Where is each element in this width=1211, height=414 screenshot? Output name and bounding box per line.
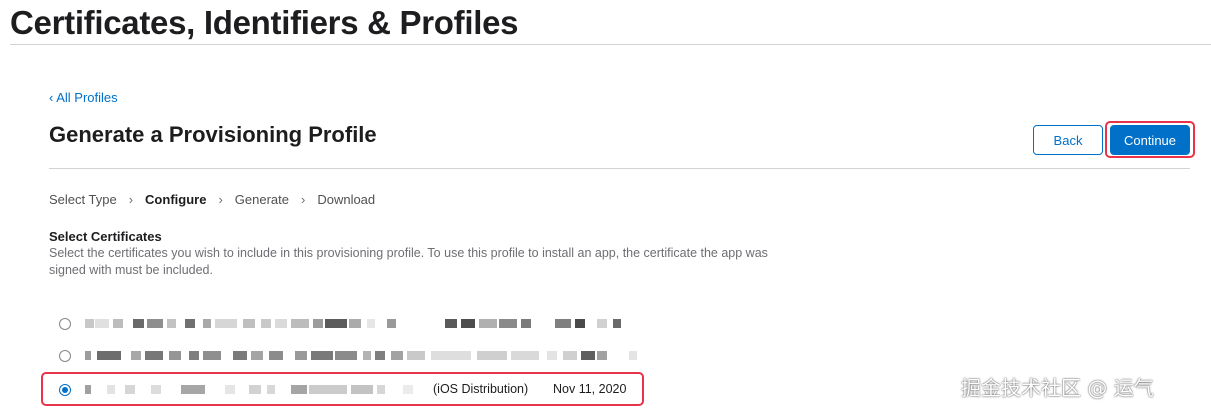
certificate-radio-3[interactable] bbox=[59, 384, 71, 396]
obscured-certificate-name-2 bbox=[85, 351, 640, 361]
back-button[interactable]: Back bbox=[1033, 125, 1103, 155]
chevron-right-icon: › bbox=[128, 192, 134, 207]
step-generate: Generate bbox=[234, 192, 289, 207]
certificate-type-3: (iOS Distribution) bbox=[433, 382, 529, 396]
title-divider bbox=[10, 44, 1211, 45]
step-breadcrumb: Select Type › Configure › Generate › Dow… bbox=[49, 192, 375, 207]
page-title: Certificates, Identifiers & Profiles bbox=[10, 4, 519, 41]
certificates-heading: Select Certificates bbox=[49, 229, 162, 244]
certificate-radio-1[interactable] bbox=[59, 318, 71, 330]
chevron-right-icon: › bbox=[218, 192, 223, 207]
step-download: Download bbox=[317, 192, 376, 207]
continue-button[interactable]: Continue bbox=[1110, 125, 1190, 155]
obscured-certificate-name-3 bbox=[85, 385, 425, 395]
step-configure: Configure bbox=[145, 192, 207, 207]
obscured-certificate-name-1 bbox=[85, 319, 625, 329]
section-divider bbox=[49, 168, 1190, 169]
certificate-radio-2[interactable] bbox=[59, 350, 71, 362]
watermark-text: 掘金技术社区 @ 运气 bbox=[961, 376, 1154, 400]
step-select-type: Select Type bbox=[49, 192, 117, 207]
certificates-description: Select the certificates you wish to incl… bbox=[49, 246, 768, 277]
all-profiles-link[interactable]: ‹ All Profiles bbox=[49, 90, 118, 105]
certificate-date-3: Nov 11, 2020 bbox=[553, 382, 627, 396]
section-title: Generate a Provisioning Profile bbox=[49, 122, 377, 147]
chevron-right-icon: › bbox=[300, 192, 306, 207]
